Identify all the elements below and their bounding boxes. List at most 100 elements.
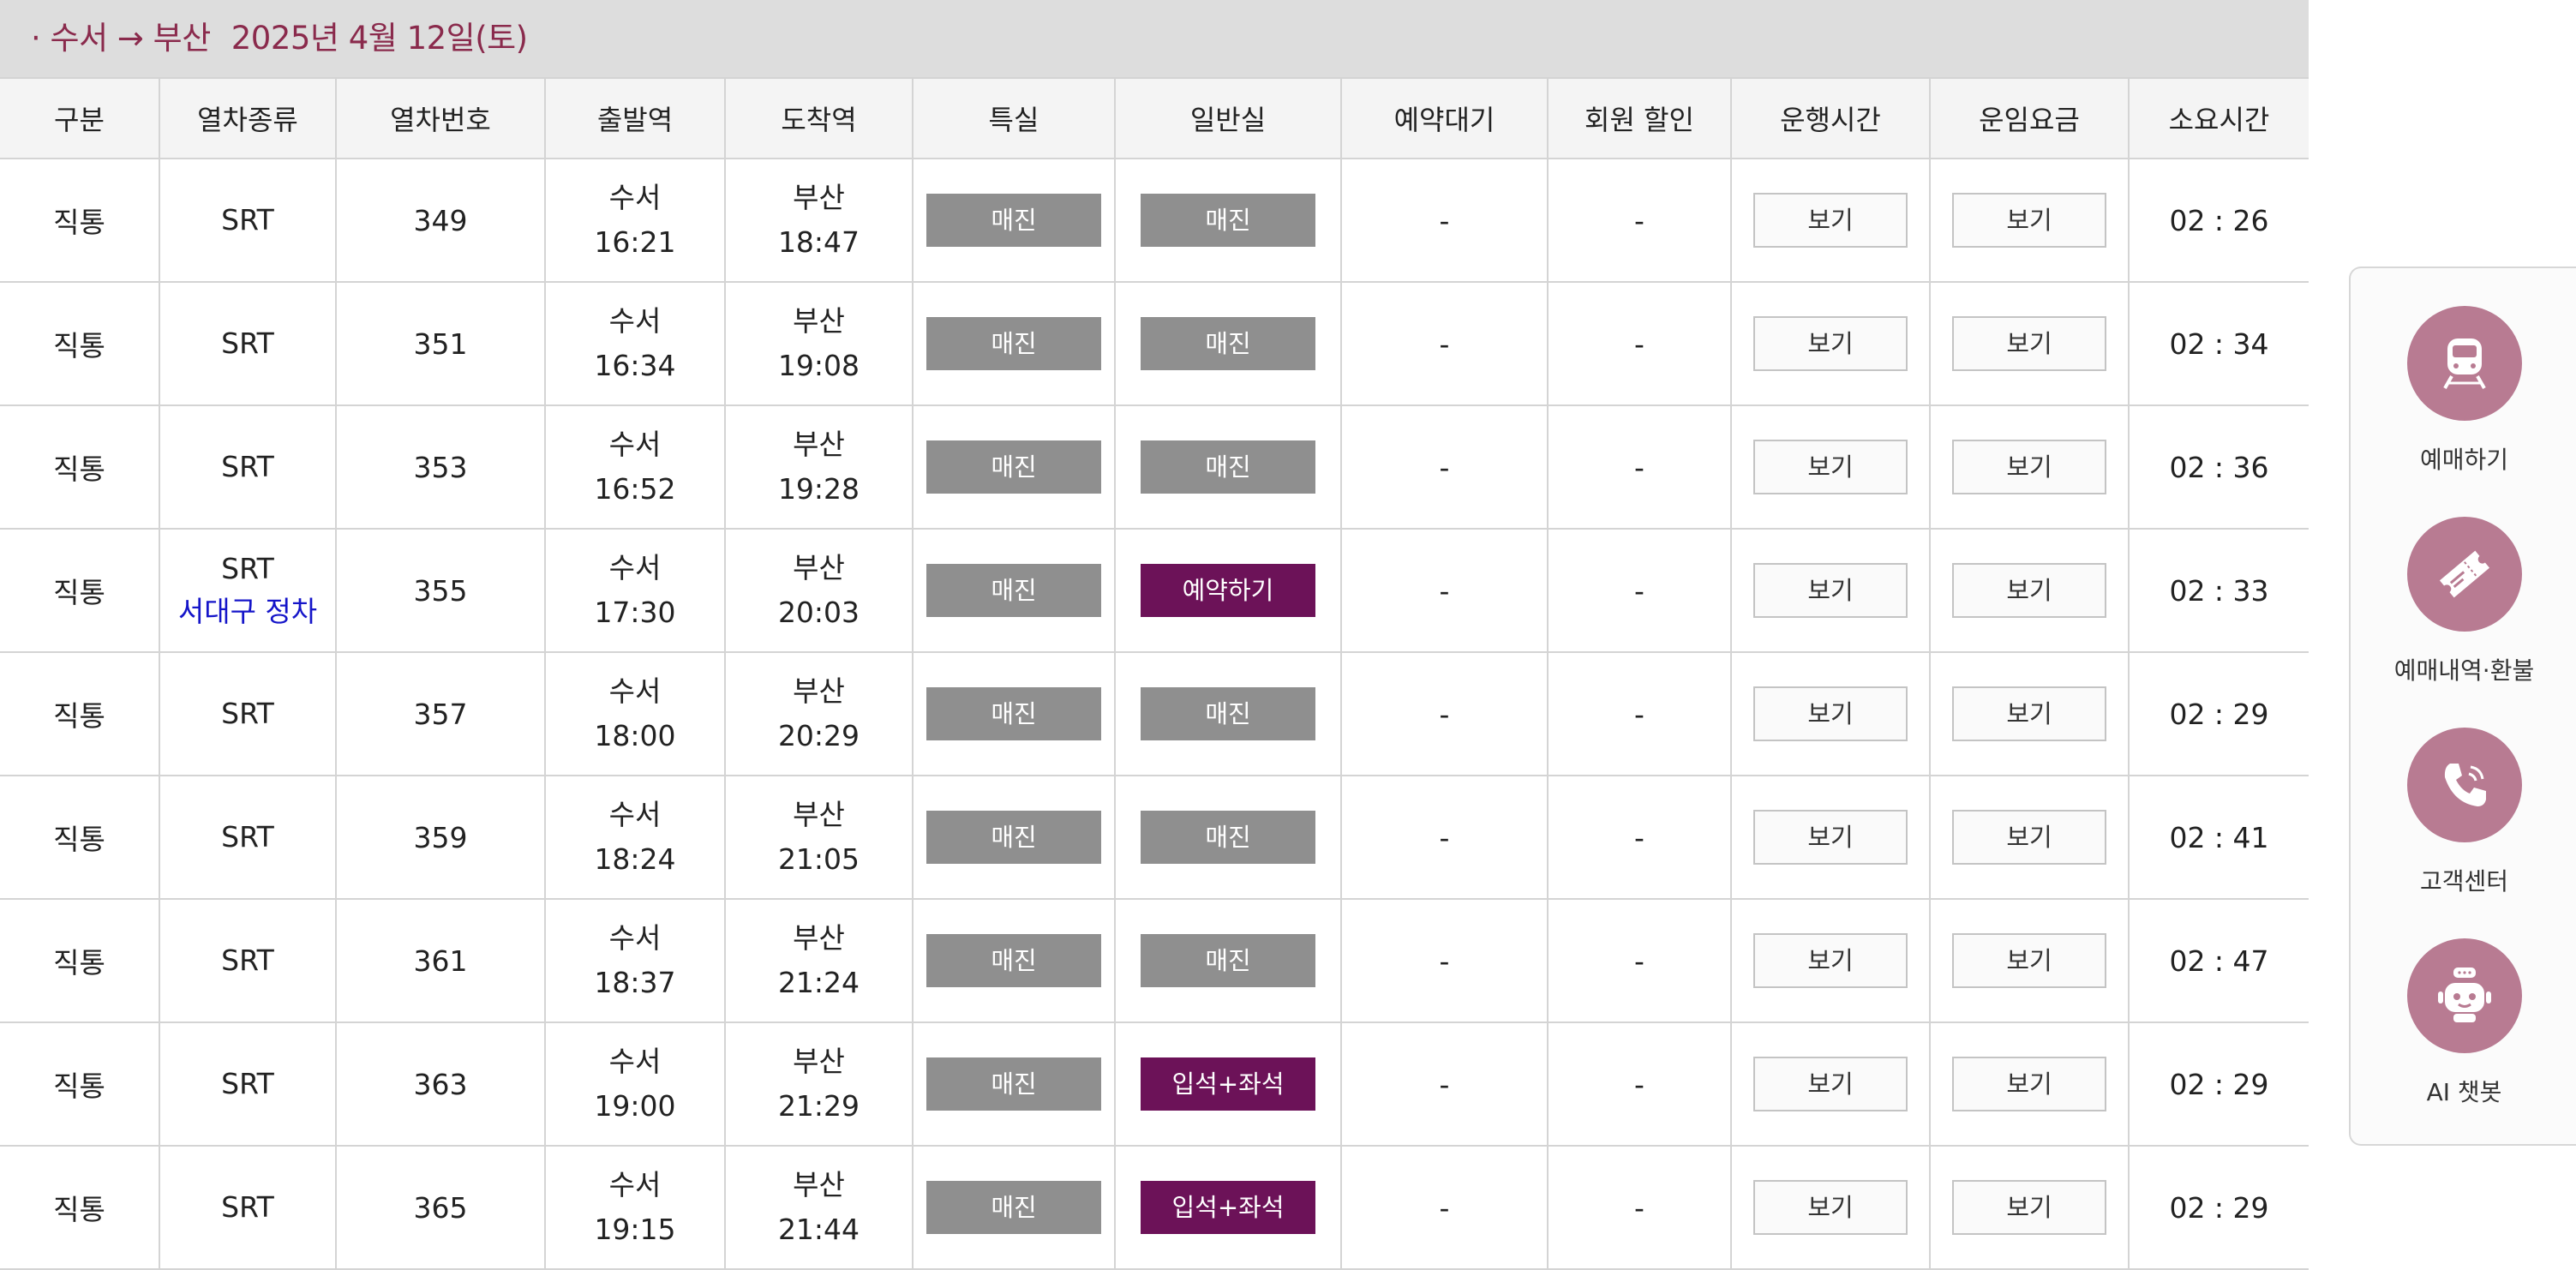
first-class-sold-out-button: 매진 <box>926 317 1101 370</box>
schedule-view-button[interactable]: 보기 <box>1753 563 1908 618</box>
arrival-station: 부산 <box>793 551 845 584</box>
stop-note: 서대구 정차 <box>177 595 318 628</box>
member-discount-cell: - <box>1548 282 1732 406</box>
schedule-view-button[interactable]: 보기 <box>1753 686 1908 741</box>
schedule-cell: 보기 <box>1731 529 1931 653</box>
fare-view-button[interactable]: 보기 <box>1952 1180 2106 1235</box>
general-class-sold-out-button: 매진 <box>1141 811 1315 864</box>
category-cell: 직통 <box>0 899 160 1023</box>
train-number-cell: 359 <box>336 776 546 900</box>
category-cell: 직통 <box>0 282 160 406</box>
arrival-time: 21:44 <box>777 1213 860 1246</box>
arrival-station: 부산 <box>793 428 845 461</box>
schedule-view-button[interactable]: 보기 <box>1753 810 1908 865</box>
fare-view-button[interactable]: 보기 <box>1952 193 2106 248</box>
arrival-time: 19:08 <box>777 349 860 382</box>
fare-view-button[interactable]: 보기 <box>1952 440 2106 494</box>
train-number-cell: 349 <box>336 159 546 283</box>
arrival-time: 21:24 <box>777 966 860 999</box>
duration-cell: 02 : 47 <box>2129 899 2309 1023</box>
arrival-cell: 부산 21:05 <box>725 776 914 900</box>
header-arrival: 도착역 <box>725 77 914 159</box>
member-discount-cell: - <box>1548 1022 1732 1147</box>
departure-station: 수서 <box>608 1168 662 1201</box>
route-bullet: · <box>31 20 41 57</box>
departure-station: 수서 <box>608 428 662 461</box>
fare-view-button[interactable]: 보기 <box>1952 316 2106 371</box>
first-class-cell: 매진 <box>913 159 1116 283</box>
arrival-station: 부산 <box>793 304 845 338</box>
route-arrow: → <box>117 20 144 57</box>
waitlist-cell: - <box>1341 776 1549 900</box>
arrival-time: 18:47 <box>777 225 860 259</box>
arrival-cell: 부산 21:24 <box>725 899 914 1023</box>
schedule-view-button[interactable]: 보기 <box>1753 1057 1908 1111</box>
schedule-view-button[interactable]: 보기 <box>1753 1180 1908 1235</box>
fare-view-button[interactable]: 보기 <box>1952 1057 2106 1111</box>
fare-view-button[interactable]: 보기 <box>1952 686 2106 741</box>
fare-view-button[interactable]: 보기 <box>1952 933 2106 988</box>
arrival-cell: 부산 20:03 <box>725 529 914 653</box>
schedule-view-button[interactable]: 보기 <box>1753 933 1908 988</box>
category-cell: 직통 <box>0 529 160 653</box>
departure-cell: 수서 17:30 <box>545 529 726 653</box>
departure-cell: 수서 18:24 <box>545 776 726 900</box>
departure-time: 16:52 <box>594 472 676 506</box>
waitlist-cell: - <box>1341 1022 1549 1147</box>
general-class-cell: 매진 <box>1115 282 1342 406</box>
category-cell: 직통 <box>0 776 160 900</box>
member-discount-cell: - <box>1548 1146 1732 1270</box>
table-row: 직통 SRT 349 수서 16:21 부산 18:47 매진 매진 - - 보기 보기 02 : 26 <box>0 159 2309 283</box>
general-class-reserve-button[interactable]: 예약하기 <box>1141 564 1315 617</box>
departure-station: 수서 <box>608 181 662 214</box>
train-type: SRT <box>221 552 274 585</box>
arrival-time: 19:28 <box>777 472 860 506</box>
train-number-cell: 353 <box>336 405 546 530</box>
departure-time: 19:15 <box>594 1213 676 1246</box>
general-class-reserve-button[interactable]: 입석+좌석 <box>1141 1181 1315 1234</box>
train-number-cell: 361 <box>336 899 546 1023</box>
fare-cell: 보기 <box>1930 899 2130 1023</box>
category-cell: 직통 <box>0 159 160 283</box>
quick-menu-label: 예매내역·환불 <box>2393 656 2535 685</box>
schedule-cell: 보기 <box>1731 1146 1931 1270</box>
departure-station: 수서 <box>608 1045 662 1078</box>
fare-view-button[interactable]: 보기 <box>1952 563 2106 618</box>
member-discount-cell: - <box>1548 159 1732 283</box>
train-type: SRT <box>221 203 274 237</box>
schedule-cell: 보기 <box>1731 899 1931 1023</box>
table-row: 직통 SRT 서대구 정차 355 수서 17:30 부산 20:03 매진 예약하기 - - 보기 보기… <box>0 529 2309 653</box>
train-number-cell: 365 <box>336 1146 546 1270</box>
header-general-class: 일반실 <box>1115 77 1342 159</box>
duration-cell: 02 : 29 <box>2129 1146 2309 1270</box>
schedule-view-button[interactable]: 보기 <box>1753 316 1908 371</box>
fare-cell: 보기 <box>1930 529 2130 653</box>
general-class-cell: 입석+좌석 <box>1115 1022 1342 1147</box>
train-number-cell: 363 <box>336 1022 546 1147</box>
schedule-view-button[interactable]: 보기 <box>1753 440 1908 494</box>
departure-station: 수서 <box>608 798 662 831</box>
first-class-sold-out-button: 매진 <box>926 811 1101 864</box>
waitlist-cell: - <box>1341 652 1549 776</box>
waitlist-cell: - <box>1341 899 1549 1023</box>
departure-time: 18:37 <box>594 966 676 999</box>
schedule-view-button[interactable]: 보기 <box>1753 193 1908 248</box>
member-discount-cell: - <box>1548 652 1732 776</box>
phone-icon <box>2407 728 2522 842</box>
train-type: SRT <box>221 820 274 854</box>
arrival-station: 부산 <box>793 1168 845 1201</box>
departure-station: 수서 <box>608 304 662 338</box>
waitlist-cell: - <box>1341 282 1549 406</box>
schedule-cell: 보기 <box>1731 1022 1931 1147</box>
schedule-cell: 보기 <box>1731 405 1931 530</box>
departure-time: 16:34 <box>594 349 676 382</box>
train-type: SRT <box>221 697 274 730</box>
quick-menu-label: 고객센터 <box>2419 867 2509 896</box>
general-class-reserve-button[interactable]: 입석+좌석 <box>1141 1057 1315 1111</box>
category-cell: 직통 <box>0 652 160 776</box>
fare-view-button[interactable]: 보기 <box>1952 810 2106 865</box>
arrival-station: 부산 <box>793 798 845 831</box>
general-class-cell: 예약하기 <box>1115 529 1342 653</box>
header-first-class: 특실 <box>913 77 1116 159</box>
departure-cell: 수서 16:34 <box>545 282 726 406</box>
